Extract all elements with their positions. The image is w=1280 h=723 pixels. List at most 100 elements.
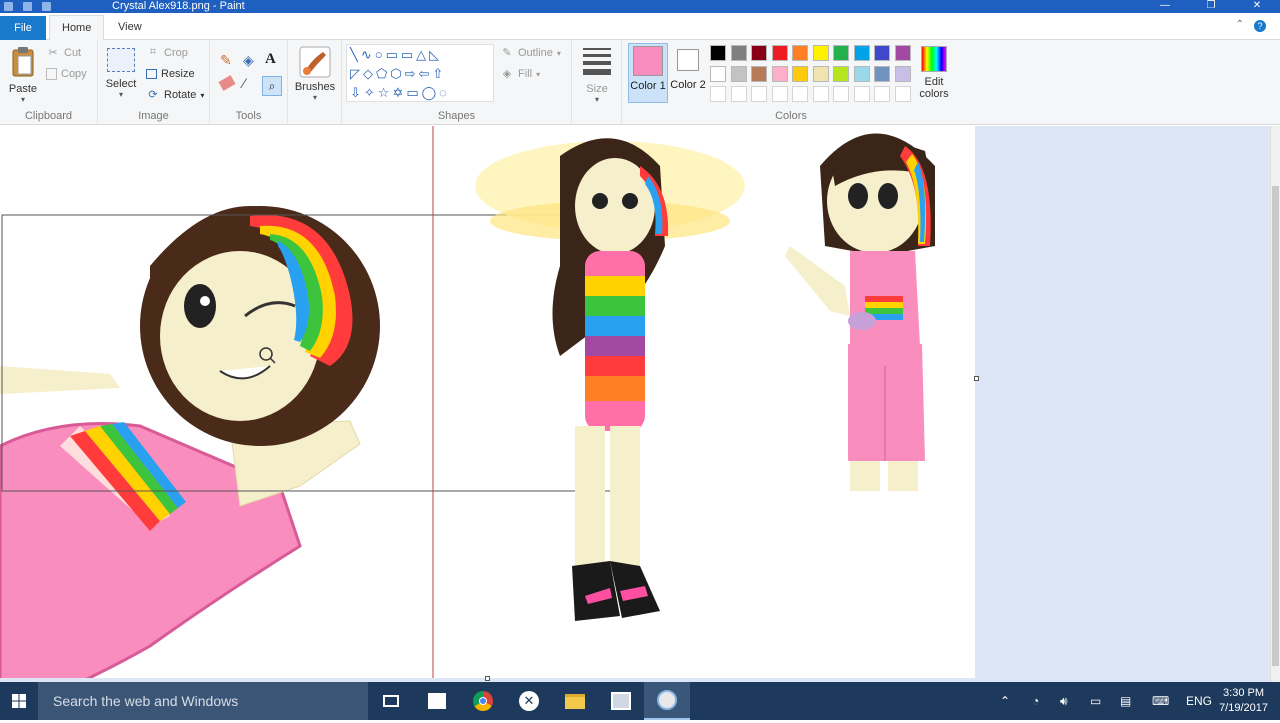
palette-swatch[interactable] <box>751 45 767 61</box>
palette-swatch[interactable] <box>812 45 829 61</box>
cut-button[interactable]: ✂ Cut <box>46 44 81 62</box>
brushes-button[interactable]: Brushes ▾ <box>294 46 336 102</box>
color-picker-icon[interactable]: ⁄ <box>243 75 245 91</box>
shapes-gallery[interactable]: ╲∿○▭▭△◺ ◸◇⬠⬡⇨⇦⇧ ⇩✧☆✡▭◯◌ <box>346 44 494 102</box>
clock-date: 7/19/2017 <box>1219 702 1268 714</box>
palette-swatch[interactable] <box>853 86 870 102</box>
show-hidden-icons[interactable]: ⌃ <box>1000 682 1010 720</box>
palette-swatch[interactable] <box>771 45 788 61</box>
network-icon[interactable]: ◔ <box>1032 682 1039 720</box>
text-icon[interactable]: A <box>265 51 276 68</box>
title-bar: Crystal Alex918.png - Paint — ❐ ✕ <box>0 0 1280 13</box>
palette-swatch[interactable] <box>853 45 870 61</box>
palette-swatch[interactable] <box>771 65 788 82</box>
taskbar: Search the web and Windows ✕ ⌃ ◔ 🔊︎ ▭ ▤ … <box>0 682 1280 720</box>
palette-swatch[interactable] <box>792 86 808 102</box>
rotate-button[interactable]: ⟳ Rotate ▾ <box>146 86 204 104</box>
undo-icon[interactable] <box>23 2 32 11</box>
palette-swatch[interactable] <box>710 45 726 61</box>
palette-swatch[interactable] <box>730 86 747 102</box>
vertical-scrollbar[interactable] <box>1270 126 1280 682</box>
palette-swatch[interactable] <box>833 45 849 61</box>
paint-taskbar-icon[interactable] <box>644 682 690 720</box>
size-button[interactable]: Size ▾ <box>580 46 614 104</box>
magnifier-icon[interactable]: ⌕ <box>262 76 282 96</box>
canvas-workspace <box>0 126 1270 682</box>
chrome-icon[interactable] <box>460 682 506 720</box>
palette-swatch[interactable] <box>874 86 890 102</box>
clock-time: 3:30 PM <box>1223 687 1265 699</box>
scrollbar-thumb[interactable] <box>1272 186 1279 666</box>
pencil-icon[interactable]: ✎ <box>220 52 232 69</box>
task-view-icon[interactable] <box>368 682 414 720</box>
volume-icon[interactable]: 🔊︎ <box>1060 682 1068 720</box>
select-button[interactable]: Select ▾ <box>104 48 138 99</box>
tab-home[interactable]: Home <box>49 15 105 41</box>
middle-character-illustration <box>475 138 745 621</box>
tab-view[interactable]: View <box>106 15 154 41</box>
battery-icon[interactable]: ▭ <box>1090 682 1101 720</box>
start-button[interactable] <box>0 682 38 720</box>
crop-button[interactable]: ⌗ Crop <box>146 44 188 62</box>
tab-file[interactable]: File <box>0 16 46 40</box>
palette-swatch[interactable] <box>730 45 747 61</box>
ribbon: Paste ▾ ✂ Cut Copy Clipboard Select ▾ ⌗ Cr… <box>0 40 1280 125</box>
xbox-icon[interactable]: ✕ <box>506 682 552 720</box>
keyboard-icon[interactable]: ⌨ <box>1152 682 1169 720</box>
color2-button[interactable]: Color 2 <box>670 43 706 103</box>
redo-icon[interactable] <box>42 2 51 11</box>
palette-swatch[interactable] <box>812 86 829 102</box>
resize-button[interactable]: Resize <box>146 65 195 83</box>
save-icon[interactable] <box>4 2 13 11</box>
palette-swatch[interactable] <box>874 65 890 82</box>
edit-colors-button[interactable]: Edit colors <box>914 46 954 100</box>
outline-button[interactable]: ✎ Outline ▾ <box>500 44 560 62</box>
clipboard-group: Paste ▾ ✂ Cut Copy Clipboard <box>0 40 98 125</box>
color1-button[interactable]: Color 1 <box>628 43 668 103</box>
action-center-icon[interactable]: ▤ <box>1120 682 1131 720</box>
quick-access-toolbar <box>4 0 51 11</box>
fill-button[interactable]: ◈ Fill ▾ <box>500 65 540 83</box>
palette-swatch[interactable] <box>751 65 767 82</box>
palette-swatch[interactable] <box>894 45 911 61</box>
palette-swatch[interactable] <box>771 86 788 102</box>
canvas-resize-handle-bottom[interactable] <box>485 676 490 681</box>
system-clock[interactable]: 3:30 PM 7/19/2017 <box>1219 686 1268 716</box>
eraser-icon[interactable] <box>218 75 236 91</box>
maximize-button[interactable]: ❐ <box>1188 0 1234 13</box>
palette-swatch[interactable] <box>874 45 890 61</box>
canvas-resize-handle-right[interactable] <box>974 376 979 381</box>
color1-swatch <box>633 46 663 76</box>
palette-swatch[interactable] <box>792 45 808 61</box>
palette-swatch[interactable] <box>833 65 849 82</box>
palette-swatch[interactable] <box>730 65 747 82</box>
close-button[interactable]: ✕ <box>1234 0 1280 13</box>
help-icon[interactable]: ? <box>1254 20 1266 32</box>
copy-icon <box>46 68 57 80</box>
palette-swatch[interactable] <box>710 86 726 102</box>
palette-swatch[interactable] <box>751 86 767 102</box>
colors-group-label: Colors <box>775 110 807 122</box>
palette-swatch[interactable] <box>894 65 911 82</box>
drawing-canvas[interactable] <box>0 126 975 678</box>
file-explorer-icon[interactable] <box>552 682 598 720</box>
colors-group: Color 1 Color 2 Edit colors Colors <box>622 40 960 125</box>
crop-icon: ⌗ <box>149 46 157 58</box>
select-icon <box>107 48 135 72</box>
taskbar-search-box[interactable]: Search the web and Windows <box>38 682 368 720</box>
palette-swatch[interactable] <box>853 65 870 82</box>
palette-swatch[interactable] <box>812 65 829 82</box>
paste-button[interactable]: Paste ▾ <box>6 46 40 104</box>
collapse-ribbon-icon[interactable]: ⌃ <box>1236 19 1244 30</box>
palette-swatch[interactable] <box>894 86 911 102</box>
app-icon[interactable] <box>598 682 644 720</box>
language-indicator[interactable]: ENG <box>1186 682 1212 720</box>
fill-bucket-icon[interactable]: ◈ <box>243 52 254 69</box>
size-group: Size ▾ <box>572 40 622 125</box>
copy-button[interactable]: Copy <box>46 65 87 83</box>
palette-swatch[interactable] <box>710 65 726 82</box>
palette-swatch[interactable] <box>792 65 808 82</box>
minimize-button[interactable]: — <box>1142 0 1188 13</box>
palette-swatch[interactable] <box>833 86 849 102</box>
store-icon[interactable] <box>414 682 460 720</box>
